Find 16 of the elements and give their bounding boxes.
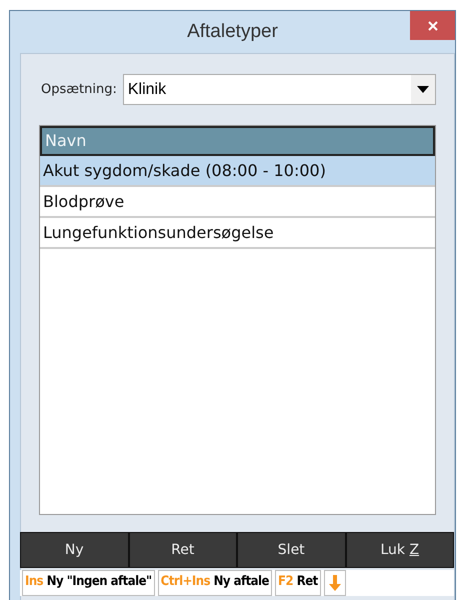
dropdown-arrow-icon <box>417 86 429 93</box>
close-button[interactable] <box>410 11 455 40</box>
shortcut-hint: Ins Ny "Ingen aftale" <box>22 570 155 596</box>
action-button[interactable]: Ny <box>20 532 128 568</box>
setup-label: Opsætning: <box>41 82 117 97</box>
action-button[interactable]: Slet <box>237 532 346 568</box>
action-button[interactable]: Luk Z <box>346 532 454 568</box>
shortcut-hint: F2 Ret <box>275 570 321 596</box>
table-row[interactable]: Akut sygdom/skade (08:00 - 10:00) <box>40 156 435 187</box>
window-title: Aftaletyper <box>187 21 278 43</box>
setup-dropdown[interactable]: Klinik <box>122 74 436 105</box>
shortcut-hint: Ctrl+Ins Ny aftale <box>158 570 272 596</box>
down-arrow-icon <box>328 575 341 591</box>
close-icon <box>426 20 438 32</box>
action-button[interactable]: Ret <box>128 532 237 568</box>
more-button[interactable] <box>324 570 346 596</box>
